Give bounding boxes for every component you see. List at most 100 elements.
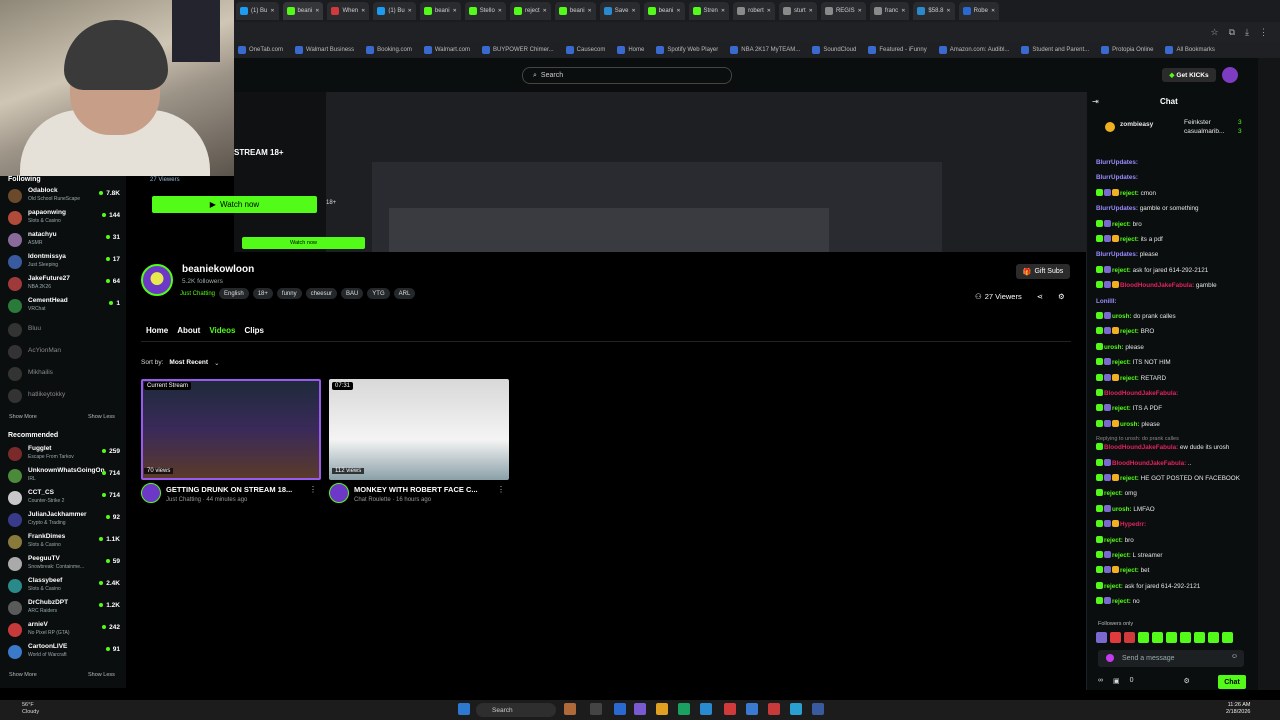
chat-message[interactable]: reject: its a pdf	[1096, 235, 1256, 244]
infinity-icon[interactable]: ∞	[1098, 677, 1103, 685]
video-title[interactable]: GETTING DRUNK ON STREAM 18...	[166, 485, 292, 494]
chat-username[interactable]: reject:	[1112, 267, 1131, 274]
menu-icon[interactable]: ⋮	[1259, 27, 1268, 38]
chat-message[interactable]: reject: bro	[1096, 535, 1256, 545]
gift-subs-button[interactable]: 🎁 Gift Subs	[1016, 264, 1070, 279]
emote-icon[interactable]	[1166, 632, 1177, 643]
sidebar-channel[interactable]: FrankDimes Slots & Casino 1.1K	[6, 532, 124, 552]
browser-tab[interactable]: Save ✕	[599, 2, 640, 20]
browser-tab[interactable]: Stello ✕	[464, 2, 506, 20]
sidebar-channel[interactable]: PeeguuTV Snowbreak: Containme... 59	[6, 554, 124, 574]
close-tab-icon[interactable]: ✕	[767, 8, 771, 14]
chat-username[interactable]: reject:	[1104, 583, 1123, 590]
get-kicks-button[interactable]: ◆ Get KICKs	[1162, 68, 1216, 82]
tag-arl[interactable]: ARL	[393, 288, 416, 299]
sidebar-channel[interactable]: Idontmissya Just Sleeping 17	[6, 252, 124, 272]
emote-icon[interactable]	[1138, 632, 1149, 643]
close-tab-icon[interactable]: ✕	[588, 8, 592, 14]
more-options-icon[interactable]: ⋮	[497, 485, 505, 494]
bookmark-item[interactable]: OneTab.com	[238, 46, 283, 54]
chat-message[interactable]: BloodHoundJakeFabula: gamble	[1096, 281, 1256, 290]
chat-message[interactable]: BlurrUpdates:	[1096, 173, 1256, 182]
close-tab-icon[interactable]: ✕	[543, 8, 547, 14]
chat-message[interactable]: urosh: LMFAO	[1096, 504, 1256, 514]
points-icon[interactable]: ▣	[1113, 677, 1120, 685]
close-tab-icon[interactable]: ✕	[315, 8, 319, 14]
chat-username[interactable]: BlurrUpdates:	[1096, 251, 1138, 258]
chat-username[interactable]: urosh:	[1120, 421, 1140, 428]
chat-username[interactable]: BlurrUpdates:	[1096, 159, 1138, 166]
chat-username[interactable]: reject:	[1120, 475, 1139, 482]
chat-username[interactable]: reject:	[1112, 359, 1131, 366]
chat-message[interactable]: reject: no	[1096, 597, 1256, 606]
taskbar-search[interactable]: Search	[476, 703, 556, 717]
emote-icon[interactable]	[1124, 632, 1135, 643]
chat-message[interactable]: BlurrUpdates: please	[1096, 250, 1256, 259]
close-tab-icon[interactable]: ✕	[498, 8, 502, 14]
chat-username[interactable]: reject:	[1120, 375, 1139, 382]
chat-username[interactable]: reject:	[1112, 405, 1131, 412]
recommended-show-less[interactable]: Show Less	[88, 672, 115, 678]
user-avatar[interactable]	[1222, 67, 1238, 83]
browser-tab[interactable]: franc ✕	[869, 2, 910, 20]
browser-tab[interactable]: beani ✕	[643, 2, 685, 20]
channel-name[interactable]: beaniekowloon	[182, 264, 254, 275]
emote-icon[interactable]	[1222, 632, 1233, 643]
chat-username[interactable]: BlurrUpdates:	[1096, 205, 1138, 212]
bookmark-item[interactable]: SoundCloud	[812, 46, 856, 54]
chat-username[interactable]: BloodHoundJakeFabula:	[1104, 390, 1178, 397]
tab-videos[interactable]: Videos	[209, 326, 235, 335]
send-chat-button[interactable]: Chat	[1218, 675, 1246, 689]
bookmark-item[interactable]: Featured - iFunny	[868, 46, 927, 54]
chat-username[interactable]: reject:	[1112, 221, 1131, 228]
chat-username[interactable]: urosh:	[1112, 506, 1132, 513]
chat-message[interactable]: urosh: please	[1096, 342, 1256, 352]
sidebar-channel[interactable]: Fugglet Escape From Tarkov 259	[6, 444, 124, 464]
tab-about[interactable]: About	[177, 326, 200, 335]
emote-icon[interactable]	[1194, 632, 1205, 643]
sidebar-channel-offline[interactable]: Bluu	[6, 320, 124, 340]
system-clock[interactable]: 11:26 AM 2/18/2026	[1226, 702, 1250, 716]
chat-username[interactable]: reject:	[1120, 190, 1139, 197]
chat-message[interactable]: reject: cmon	[1096, 188, 1256, 198]
chat-username[interactable]: reject:	[1120, 328, 1139, 335]
sidebar-channel[interactable]: CartoonLIVE World of Warcraft 91	[6, 642, 124, 662]
recommended-show-more[interactable]: Show More	[9, 672, 37, 678]
close-tab-icon[interactable]: ✕	[631, 8, 635, 14]
channel-avatar[interactable]	[141, 264, 173, 296]
chat-message[interactable]: reject: L streamer	[1096, 551, 1256, 560]
sort-control[interactable]: Sort by: Most Recent ⌄	[141, 359, 220, 367]
following-show-less[interactable]: Show Less	[88, 414, 115, 420]
browser-tab[interactable]: When ✕	[327, 2, 370, 20]
close-tab-icon[interactable]: ✕	[408, 8, 412, 14]
chat-message[interactable]: reject: bet	[1096, 566, 1256, 575]
chat-message[interactable]: reject: BRO	[1096, 327, 1256, 336]
close-tab-icon[interactable]: ✕	[991, 8, 995, 14]
tag-ytg[interactable]: YTG	[367, 288, 390, 299]
video-title[interactable]: MONKEY WITH ROBERT FACE C...	[354, 485, 478, 494]
bookmark-item[interactable]: Protopia Online	[1101, 46, 1153, 54]
settings-icon[interactable]: ⚙	[1058, 292, 1065, 301]
share-icon[interactable]: ⋖	[1037, 292, 1043, 301]
bookmark-item[interactable]: Booking.com	[366, 46, 412, 54]
bookmark-item[interactable]: Student and Parent...	[1021, 46, 1089, 54]
video-thumbnail[interactable]	[141, 379, 321, 480]
chat-message[interactable]: reject: ask for jared 614-292-2121	[1096, 265, 1256, 275]
app-icon[interactable]	[812, 703, 824, 715]
browser-tab[interactable]: beani ✕	[419, 2, 461, 20]
chat-username[interactable]: urosh:	[1112, 313, 1132, 320]
chat-username[interactable]: BloodHoundJakeFabula:	[1120, 282, 1194, 289]
chat-message[interactable]: urosh: do prank calles	[1096, 312, 1256, 321]
sidebar-channel[interactable]: UnknownWhatsGoingOn IRL 714	[6, 466, 124, 486]
close-tab-icon[interactable]: ✕	[270, 8, 274, 14]
chat-message[interactable]: BlurrUpdates:	[1096, 158, 1256, 167]
chat-username[interactable]: reject:	[1120, 567, 1139, 574]
collapse-chat-icon[interactable]: ⇥	[1092, 97, 1099, 106]
tag-cheesur[interactable]: cheesur	[305, 288, 337, 299]
close-tab-icon[interactable]: ✕	[858, 8, 862, 14]
bookmark-item[interactable]: Causecom	[565, 46, 605, 54]
close-tab-icon[interactable]: ✕	[361, 8, 365, 14]
sidebar-channel[interactable]: CementHead VRChat 1	[6, 296, 124, 316]
sidebar-channel[interactable]: natachyu ASMR 31	[6, 230, 124, 250]
tag-english[interactable]: English	[219, 288, 249, 299]
